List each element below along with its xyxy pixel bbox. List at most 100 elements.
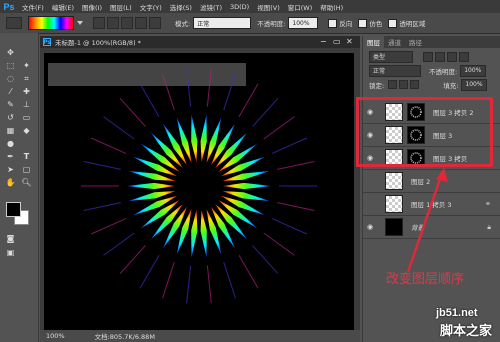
lock-position-icon[interactable] (399, 80, 409, 89)
reverse-checkbox[interactable] (328, 18, 338, 28)
reflected-gradient-button[interactable] (135, 17, 147, 29)
eye-hidden-icon[interactable]: ◉ (367, 200, 377, 208)
canvas[interactable] (44, 53, 354, 332)
petal (206, 117, 222, 164)
tab-layers[interactable]: 图层 (363, 36, 384, 48)
menu-layer[interactable]: 图层(L) (106, 2, 136, 12)
layer-row[interactable]: ◉ 背景 🔒︎ (363, 216, 500, 239)
tab-channels[interactable]: 通道 (384, 37, 405, 47)
close-icon[interactable]: ✕ (346, 37, 353, 46)
blur-tool-icon[interactable]: ◆ (21, 125, 32, 136)
pen-tool-icon[interactable]: ✒ (5, 151, 16, 162)
menu-filter[interactable]: 滤镜(T) (196, 2, 226, 12)
angle-gradient-button[interactable] (121, 17, 133, 29)
filter-adjust-icon[interactable] (435, 51, 445, 62)
tool-preset-button[interactable] (6, 17, 22, 29)
zoom-tool-icon[interactable]: 🔍︎ (21, 177, 32, 188)
layer-row[interactable]: ◉ 图层 2 (363, 170, 500, 193)
fill-input[interactable]: 100% (461, 78, 488, 91)
eraser-tool-icon[interactable]: ▭ (21, 112, 32, 123)
menu-image[interactable]: 图像(I) (78, 2, 106, 12)
menu-edit[interactable]: 编辑(E) (48, 2, 78, 12)
eyedropper-icon[interactable]: ⁄ (5, 86, 16, 97)
stamp-tool-icon[interactable]: ⊥ (21, 99, 32, 110)
outer-ray (263, 116, 295, 140)
menu-help[interactable]: 帮助(H) (316, 2, 347, 12)
layers-panel: 图层 通道 路径 类型 正常 不透明度: 100% 锁定: 填充: 100% ◉… (362, 36, 500, 342)
menu-view[interactable]: 视图(V) (253, 2, 284, 12)
outer-ray (277, 160, 315, 170)
type-tool-icon[interactable]: T (21, 151, 32, 162)
dodge-tool-icon[interactable]: ● (5, 138, 16, 149)
petal (176, 117, 192, 164)
outer-ray (238, 255, 259, 289)
outer-ray (263, 232, 295, 256)
petal (176, 208, 192, 255)
layer-opacity-input[interactable]: 100% (460, 64, 487, 77)
history-brush-icon[interactable]: ↺ (5, 112, 16, 123)
menu-type[interactable]: 文字(Y) (136, 2, 166, 12)
ps-logo: Ps (3, 1, 15, 12)
eye-icon[interactable]: ◉ (367, 223, 377, 231)
gradient-tool-icon[interactable]: ▦ (5, 125, 16, 136)
petal (191, 209, 198, 258)
mode-select[interactable]: 正常 (193, 17, 252, 29)
transparency-checkbox[interactable] (388, 18, 398, 28)
lock-all-icon[interactable] (410, 80, 420, 89)
quick-mask-icon[interactable]: ◙ (5, 233, 16, 244)
menu-window[interactable]: 窗口(W) (284, 2, 317, 12)
path-select-icon[interactable]: ➤ (5, 164, 16, 175)
lasso-tool-icon[interactable]: ◌ (5, 73, 16, 84)
dither-label: 仿色 (369, 20, 383, 28)
layer-name[interactable]: 图层 1 拷贝 3 (411, 199, 451, 209)
filter-pixel-icon[interactable] (423, 51, 433, 62)
opacity-input[interactable]: 100% (288, 17, 319, 29)
move-tool-icon[interactable]: ✥ (5, 47, 16, 58)
hand-tool-icon[interactable]: ✋ (5, 177, 16, 188)
petal (200, 114, 207, 163)
layer-row[interactable]: ◉ 图层 1 拷贝 3 ⚭ (363, 193, 500, 216)
chevron-down-icon[interactable] (77, 21, 83, 25)
filter-shape-icon[interactable] (459, 51, 469, 62)
linear-gradient-button[interactable] (93, 17, 105, 29)
shape-tool-icon[interactable]: ▢ (21, 164, 32, 175)
dither-checkbox[interactable] (358, 18, 368, 28)
marquee-tool-icon[interactable]: ⬚ (5, 60, 16, 71)
starburst-center (177, 164, 221, 208)
diamond-gradient-button[interactable] (149, 17, 161, 29)
document-ps-icon: Ps (43, 38, 51, 46)
magic-wand-icon[interactable]: ✦ (21, 60, 32, 71)
blend-mode-select[interactable]: 正常 (369, 64, 421, 77)
filter-type-icon[interactable] (447, 51, 457, 62)
kind-filter-select[interactable]: 类型 (369, 50, 413, 63)
panel-tabs: 图层 通道 路径 (363, 36, 500, 48)
menu-file[interactable]: 文件(F) (18, 2, 48, 12)
layer-name[interactable]: 图层 2 (411, 176, 430, 186)
watermark-brand: 脚本之家 (440, 324, 493, 339)
petal (200, 209, 207, 258)
eye-hidden-icon[interactable]: ◉ (367, 177, 377, 185)
lock-icon: 🔒︎ (487, 222, 491, 231)
radial-gradient-button[interactable] (107, 17, 119, 29)
artwork (81, 68, 317, 304)
brush-tool-icon[interactable]: ✎ (5, 99, 16, 110)
healing-brush-icon[interactable]: ✚ (21, 86, 32, 97)
reverse-label: 反向 (339, 20, 353, 28)
minimize-icon[interactable]: − (320, 37, 327, 46)
gradient-picker[interactable] (28, 16, 74, 30)
zoom-level[interactable]: 100% (46, 332, 65, 340)
crop-tool-icon[interactable]: ⌗ (21, 73, 32, 84)
outer-ray (90, 137, 127, 154)
layer-thumbnail (385, 172, 403, 190)
tab-paths[interactable]: 路径 (405, 37, 426, 47)
restore-icon[interactable]: ▭ (333, 37, 341, 46)
document-tab-title[interactable]: 未标题-1 @ 100%(RGB/8) * (55, 37, 141, 47)
foreground-color-swatch[interactable] (6, 202, 21, 217)
menu-3d[interactable]: 3D(D) (226, 3, 253, 11)
menu-select[interactable]: 选择(S) (166, 2, 196, 12)
fill-label: 填充: (443, 81, 459, 90)
lock-pixels-icon[interactable] (388, 80, 398, 89)
layer-name[interactable]: 背景 (411, 222, 424, 232)
outer-ray (206, 265, 212, 304)
screen-mode-icon[interactable]: ▣ (5, 247, 16, 258)
